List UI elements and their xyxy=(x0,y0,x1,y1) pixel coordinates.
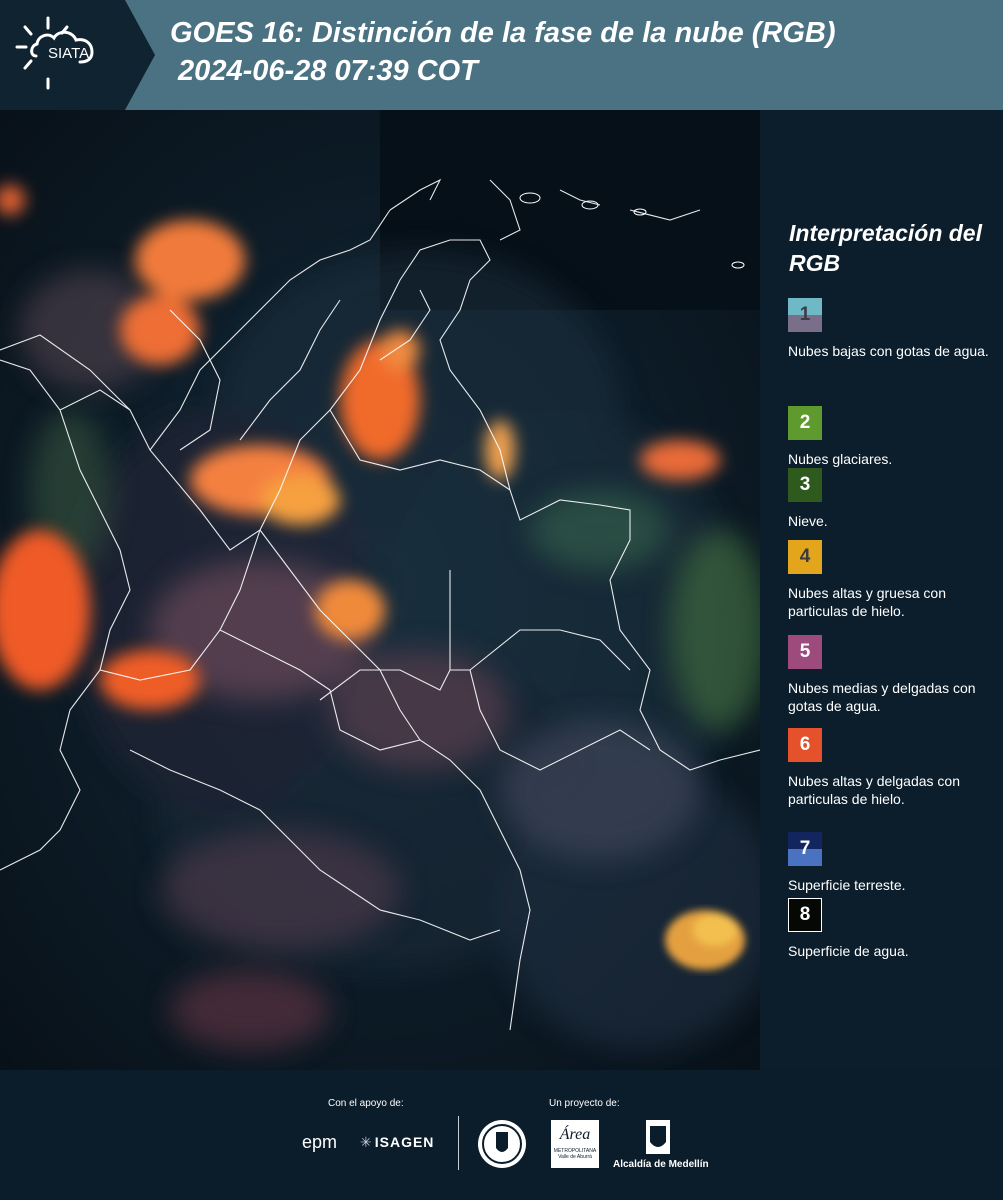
legend-number: 8 xyxy=(799,904,811,925)
legend-label: Nubes altas y delgadas con particulas de… xyxy=(788,773,960,807)
legend-label: Superficie terreste. xyxy=(788,877,906,893)
siata-logo: SIATA xyxy=(0,0,155,110)
legend-item: 8 Superficie de agua. xyxy=(788,898,993,960)
legend-item: 4 Nubes altas y gruesa con particulas de … xyxy=(788,540,993,620)
legend-swatch: 5 xyxy=(788,635,822,669)
legend-number: 5 xyxy=(799,641,811,662)
legend-swatch: 7 xyxy=(788,832,822,866)
legend-label: Nieve. xyxy=(788,513,828,529)
legend-item: 5 Nubes medias y delgadas con gotas de ag… xyxy=(788,635,993,715)
legend-item: 2 Nubes glaciares. xyxy=(788,406,993,468)
legend-item: 3 Nieve. xyxy=(788,468,993,530)
footer-divider xyxy=(458,1116,459,1170)
area-logo-subtext-2: Valle de Aburrá xyxy=(558,1154,592,1160)
page-title: GOES 16: Distinción de la fase de la nub… xyxy=(170,14,836,90)
satellite-map xyxy=(0,110,760,1070)
alcaldia-label: Alcaldía de Medellín xyxy=(613,1159,709,1170)
legend-label: Nubes bajas con gotas de agua. xyxy=(788,343,989,359)
legend-item: 1 Nubes bajas con gotas de agua. xyxy=(788,298,993,360)
logo-text: SIATA xyxy=(48,45,89,62)
legend-number: 7 xyxy=(799,838,811,859)
legend-label: Superficie de agua. xyxy=(788,943,909,959)
satellite-imagery xyxy=(0,110,760,1070)
legend-swatch: 1 xyxy=(788,298,822,332)
legend-number: 1 xyxy=(799,304,811,325)
legend-number: 4 xyxy=(799,546,811,567)
epm-logo: epm xyxy=(302,1132,337,1153)
project-label: Un proyecto de: xyxy=(549,1098,620,1109)
medellin-seal-icon xyxy=(478,1120,526,1168)
isagen-logo-text: ISAGEN xyxy=(374,1134,435,1150)
legend-swatch: 2 xyxy=(788,406,822,440)
legend-number: 2 xyxy=(799,412,811,433)
legend-label: Nubes medias y delgadas con gotas de agu… xyxy=(788,680,976,714)
legend-swatch: 3 xyxy=(788,468,822,502)
area-logo-text: Área xyxy=(559,1126,591,1143)
legend-label: Nubes altas y gruesa con particulas de h… xyxy=(788,585,946,619)
legend-number: 3 xyxy=(799,474,811,495)
title-line-1: GOES 16: Distinción de la fase de la nub… xyxy=(170,17,836,49)
epm-logo-text: epm xyxy=(302,1132,338,1152)
sun-cloud-logo-icon: SIATA xyxy=(15,16,94,90)
footer: Con el apoyo de: Un proyecto de: epm ✳ IS… xyxy=(0,1070,1003,1200)
alcaldia-shield-icon xyxy=(646,1120,670,1154)
isagen-star-icon: ✳ xyxy=(360,1134,373,1150)
support-label: Con el apoyo de: xyxy=(328,1098,404,1109)
legend-swatch: 6 xyxy=(788,728,822,762)
title-line-2: 2024-06-28 07:39 COT xyxy=(170,55,478,87)
legend-swatch: 4 xyxy=(788,540,822,574)
legend-number: 6 xyxy=(799,734,811,755)
legend-item: 6 Nubes altas y delgadas con particulas d… xyxy=(788,728,993,808)
legend-swatch: 8 xyxy=(788,898,822,932)
area-metropolitana-logo: Área METROPOLITANA Valle de Aburrá xyxy=(551,1120,599,1168)
header-bar: SIATA GOES 16: Distinción de la fase de … xyxy=(0,0,1003,110)
legend-title: Interpretación del RGB xyxy=(789,220,982,276)
isagen-logo: ✳ ISAGEN xyxy=(360,1134,434,1151)
legend-item: 7 Superficie terreste. xyxy=(788,832,993,894)
thick-ice-cloud-cluster xyxy=(665,910,745,970)
legend-panel: Interpretación del RGB 1 Nubes bajas con … xyxy=(760,110,1003,1070)
legend-label: Nubes glaciares. xyxy=(788,451,893,467)
